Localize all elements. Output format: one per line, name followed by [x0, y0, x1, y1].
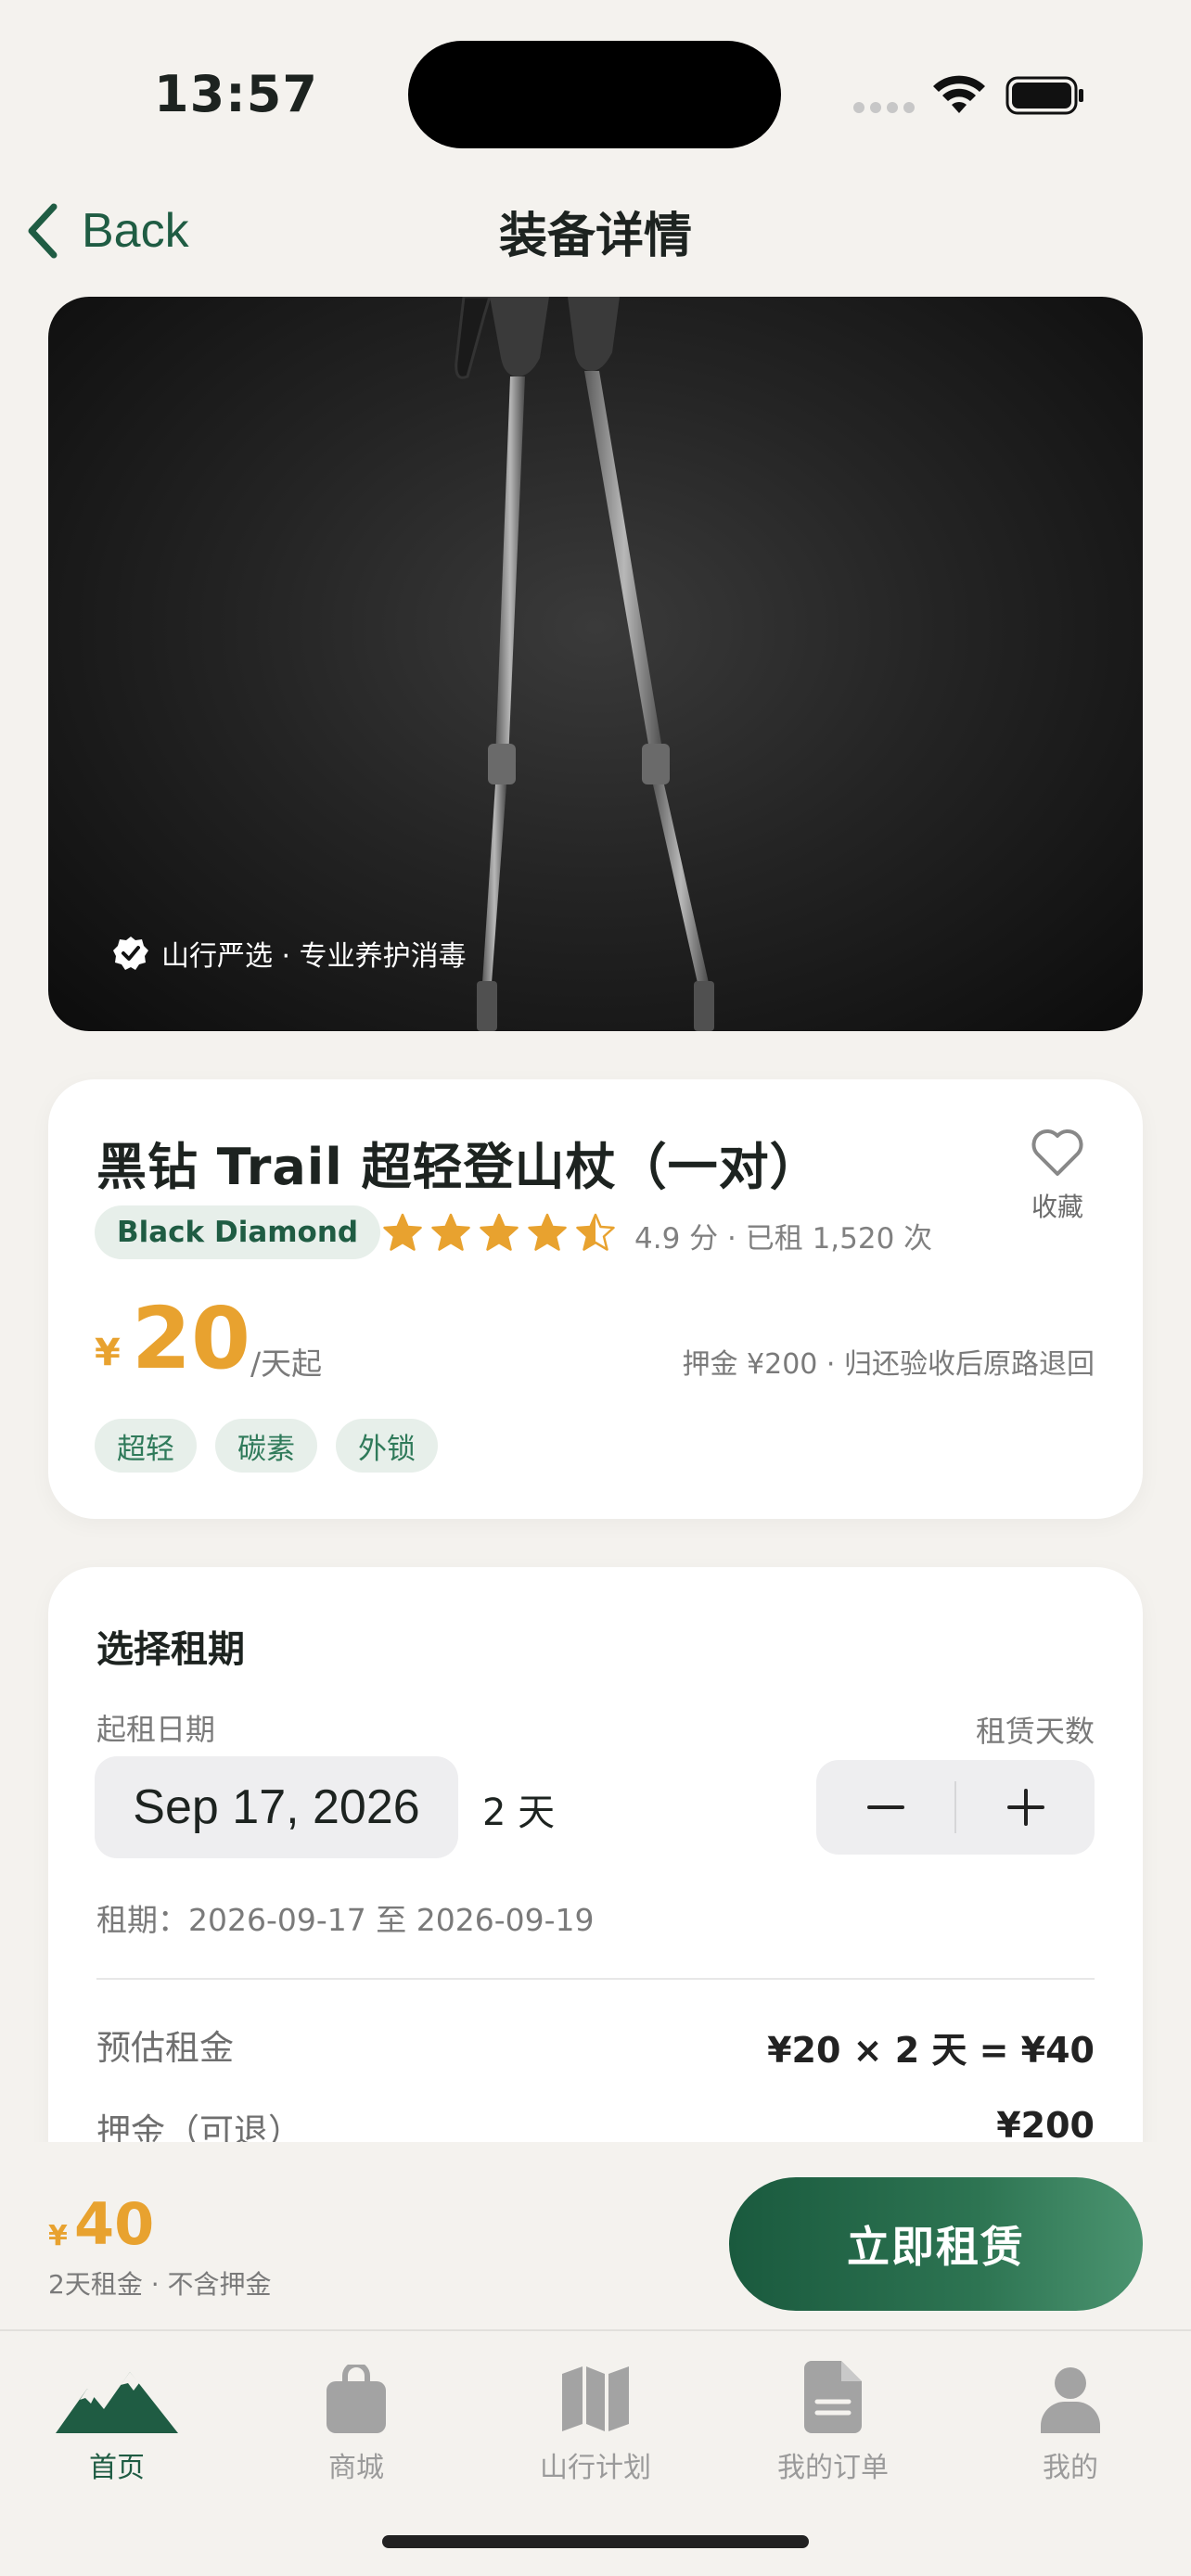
- chevron-left-icon: [28, 203, 58, 259]
- trekking-poles-illustration: [455, 297, 714, 1031]
- minus-icon: [866, 1805, 904, 1809]
- rental-period-card: 选择租期 起租日期 租赁天数 Sep 17, 2026 2 天 租期：2026-…: [48, 1567, 1143, 2216]
- mountain-icon: [56, 2372, 178, 2433]
- price-currency: ¥: [95, 1332, 121, 1374]
- tab-label: 我的订单: [777, 2452, 889, 2484]
- rental-days-value: 2 天: [482, 1792, 556, 1834]
- rental-days-label: 租赁天数: [975, 1714, 1095, 1749]
- dynamic-island: [408, 41, 781, 148]
- estimated-rent-label: 预估租金: [96, 2028, 234, 2068]
- favorite-button[interactable]: 收藏: [1020, 1128, 1095, 1224]
- status-time: 13:57: [154, 65, 318, 123]
- back-label: Back: [82, 204, 189, 258]
- price-value: 20: [132, 1289, 251, 1388]
- rental-section-title: 选择租期: [96, 1628, 245, 1671]
- decrease-days-button[interactable]: [816, 1760, 954, 1855]
- deposit-value: ¥200: [996, 2105, 1095, 2146]
- tab-shop[interactable]: 商城: [245, 2355, 467, 2485]
- deposit-note: 押金 ¥200 · 归还验收后原路退回: [682, 1348, 1095, 1381]
- days-stepper: [816, 1760, 1095, 1855]
- tab-label: 首页: [89, 2452, 145, 2484]
- favorite-label: 收藏: [1031, 1192, 1083, 1222]
- star-icon: [576, 1213, 615, 1251]
- rating-text: 4.9 分 · 已租 1,520 次: [634, 1222, 933, 1256]
- feature-tags: 超轻 碳素 外锁: [95, 1419, 438, 1473]
- start-date-picker[interactable]: Sep 17, 2026: [95, 1756, 458, 1858]
- star-icon: [528, 1213, 567, 1251]
- feature-tag: 外锁: [336, 1419, 438, 1473]
- map-icon: [562, 2366, 629, 2431]
- battery-icon: [1005, 76, 1083, 115]
- heart-icon: [1031, 1129, 1083, 1176]
- tab-home[interactable]: 首页: [6, 2355, 228, 2485]
- total-note: 2天租金 · 不含押金: [48, 2269, 272, 2300]
- price-unit: /天起: [250, 1345, 323, 1382]
- tab-label: 商城: [328, 2452, 384, 2484]
- tab-label: 我的: [1043, 2452, 1098, 2484]
- total-currency: ¥: [48, 2220, 68, 2252]
- feature-tag: 碳素: [215, 1419, 317, 1473]
- shopping-bag-icon: [327, 2365, 386, 2433]
- rental-period-text: 租期：2026-09-17 至 2026-09-19: [96, 1902, 595, 1938]
- cellular-signal-icon: [853, 102, 915, 113]
- product-image: 山行严选 · 专业养护消毒: [48, 297, 1143, 1031]
- star-icon: [383, 1213, 422, 1251]
- increase-days-button[interactable]: [956, 1760, 1095, 1855]
- wifi-icon: [933, 75, 985, 113]
- tab-plans[interactable]: 山行计划: [484, 2355, 707, 2485]
- tab-profile[interactable]: 我的: [959, 2355, 1182, 2485]
- product-title: 黑钻 Trail 超轻登山杖（一对）: [96, 1138, 821, 1196]
- star-icon: [480, 1213, 519, 1251]
- divider: [96, 1978, 1095, 1980]
- rating-stars: [382, 1213, 616, 1252]
- star-icon: [431, 1213, 470, 1251]
- tab-label: 山行计划: [540, 2452, 651, 2484]
- verified-check-icon: [113, 937, 148, 970]
- total-price: 40: [74, 2190, 155, 2258]
- back-button[interactable]: Back: [24, 197, 189, 265]
- tab-orders[interactable]: 我的订单: [722, 2355, 944, 2485]
- quality-badge-text: 山行严选 · 专业养护消毒: [161, 940, 467, 973]
- feature-tag: 超轻: [95, 1419, 197, 1473]
- home-indicator: [382, 2535, 809, 2548]
- product-info-card: 黑钻 Trail 超轻登山杖（一对） 收藏 Black Diamond 4.9 …: [48, 1079, 1143, 1519]
- plus-icon: [1006, 1789, 1044, 1826]
- brand-badge: Black Diamond: [95, 1205, 381, 1259]
- document-icon: [804, 2361, 862, 2433]
- person-icon: [1041, 2367, 1100, 2433]
- quality-badge: 山行严选 · 专业养护消毒: [113, 933, 467, 974]
- start-date-label: 起租日期: [96, 1712, 216, 1747]
- rent-now-button[interactable]: 立即租赁: [729, 2177, 1143, 2311]
- estimated-rent-value: ¥20 × 2 天 = ¥40: [767, 2030, 1095, 2071]
